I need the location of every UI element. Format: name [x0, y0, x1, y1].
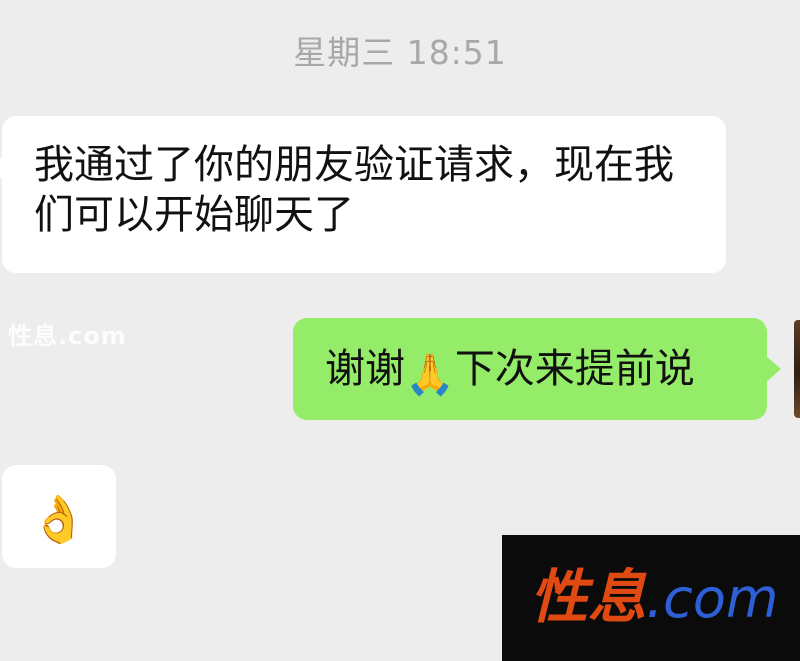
watermark-small: 性息.com — [8, 322, 127, 350]
avatar[interactable] — [794, 320, 800, 418]
watermark-banner: 性息.com — [502, 535, 800, 661]
message-text: 我通过了你的朋友验证请求，现在我们可以开始聊天了 — [34, 142, 674, 238]
incoming-emoji-bubble[interactable]: 👌 — [2, 465, 116, 568]
outgoing-message-bubble[interactable]: 谢谢🙏下次来提前说 — [293, 318, 781, 420]
incoming-message-bubble[interactable]: 我通过了你的朋友验证请求，现在我们可以开始聊天了 — [0, 116, 726, 273]
watermark-brand-domain: .com — [646, 567, 779, 630]
folded-hands-icon: 🙏 — [405, 352, 455, 398]
chat-timestamp: 星期三 18:51 — [293, 33, 507, 72]
message-text-before-emoji: 谢谢 — [325, 346, 405, 392]
ok-hand-icon: 👌 — [30, 492, 88, 546]
message-text-after-emoji: 下次来提前说 — [454, 346, 695, 392]
watermark-brand-cn: 性息 — [530, 563, 647, 631]
watermark-logo: 性息.com — [530, 565, 779, 631]
